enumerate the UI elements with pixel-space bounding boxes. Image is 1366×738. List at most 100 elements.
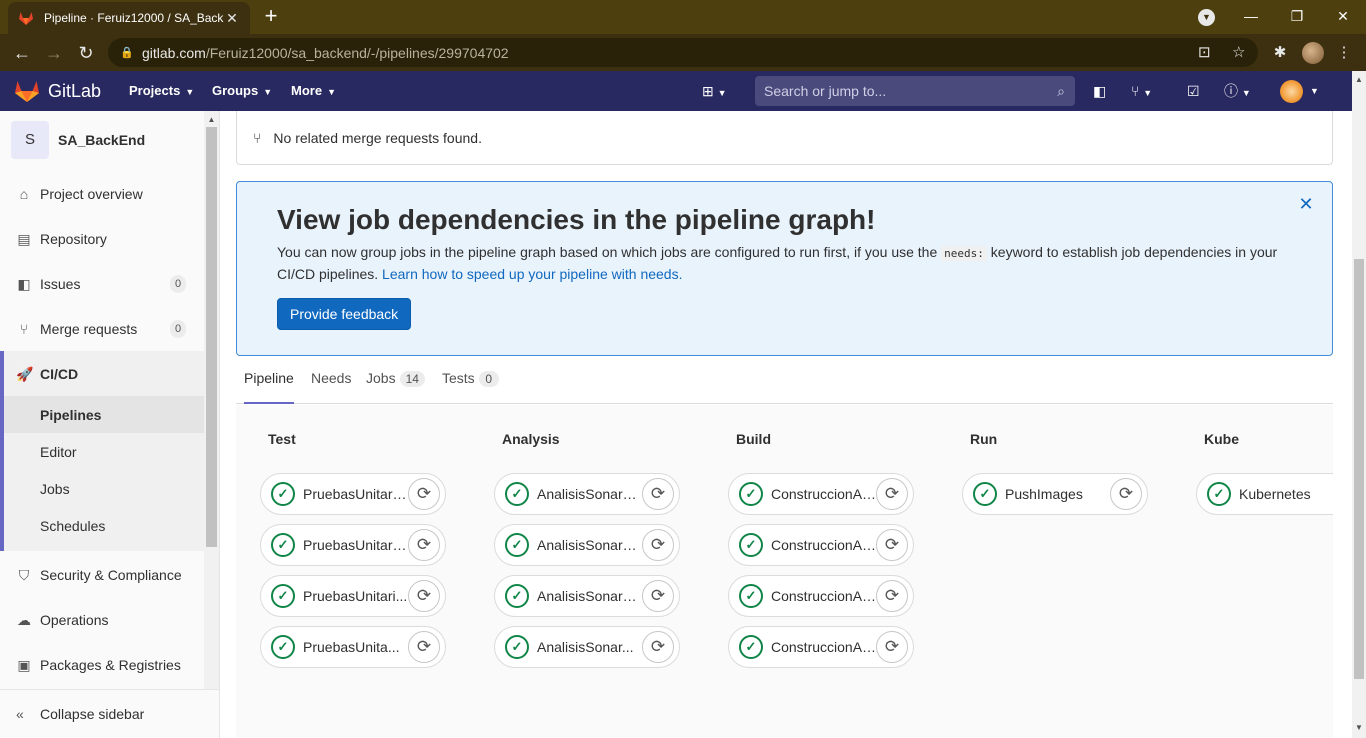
merge-requests-nav-icon[interactable]: ⑂ ▼ [1131,81,1152,101]
issues-nav-icon[interactable]: ◧ [1093,81,1106,101]
close-banner-icon[interactable]: ✕ [1298,195,1314,213]
tab-jobs[interactable]: Jobs 14 [366,356,425,404]
job-item[interactable]: ✓ AnalisisSonarqu... ⟳ [494,524,680,566]
close-tab-icon[interactable]: ✕ [224,10,240,27]
sidebar-item-issues[interactable]: ◧ Issues 0 [0,262,204,306]
translate-icon[interactable]: ⊡ [1198,38,1211,67]
success-check-icon: ✓ [271,533,295,557]
sidebar-sub-jobs[interactable]: Jobs [4,470,204,507]
projects-menu[interactable]: Projects ▼ [129,71,194,111]
scroll-up-icon[interactable]: ▲ [1352,75,1366,84]
search-input[interactable]: Search or jump to... ⌕ [755,76,1075,106]
job-item[interactable]: ✓ ConstruccionAr... ⟳ [728,473,914,515]
job-item[interactable]: ✓ AnalisisSonarqu... ⟳ [494,575,680,617]
retry-icon[interactable]: ⟳ [408,631,440,663]
more-menu[interactable]: More ▼ [291,71,336,111]
retry-icon[interactable]: ⟳ [642,580,674,612]
tab-tests[interactable]: Tests 0 [442,356,499,404]
tab-pipeline[interactable]: Pipeline [244,356,294,404]
restore-icon[interactable]: ❐ [1274,0,1320,34]
sidebar-scrollbar-thumb[interactable] [206,127,217,547]
job-item[interactable]: ✓ PruebasUnitaria... ⟳ [260,524,446,566]
retry-icon[interactable]: ⟳ [642,478,674,510]
merge-icon: ⑂ [19,321,29,337]
user-menu-chevron-icon[interactable]: ▼ [1310,81,1319,101]
scroll-down-icon[interactable]: ▼ [1352,723,1366,732]
bookmark-star-icon[interactable]: ☆ [1232,38,1245,67]
groups-menu[interactable]: Groups ▼ [212,71,272,111]
minimize-icon[interactable]: — [1228,0,1274,34]
sidebar-sub-schedules[interactable]: Schedules [4,507,204,544]
job-item[interactable]: ✓ ConstruccionAr... ⟳ [728,524,914,566]
back-icon[interactable]: ← [9,40,35,66]
issues-count-badge: 0 [170,275,186,293]
success-check-icon: ✓ [739,584,763,608]
job-item[interactable]: ✓ PruebasUnitari... ⟳ [260,575,446,617]
reload-icon[interactable]: ↻ [73,40,99,66]
success-check-icon: ✓ [271,584,295,608]
browser-tab[interactable]: Pipeline · Feruiz12000 / SA_BackE ✕ [8,2,250,34]
retry-icon[interactable]: ⟳ [408,529,440,561]
collapse-sidebar-button[interactable]: « Collapse sidebar [0,689,220,738]
provide-feedback-button[interactable]: Provide feedback [277,298,412,330]
new-item-icon[interactable]: ⊞ ▼ [702,81,727,101]
page-scrollbar-thumb[interactable] [1354,259,1364,679]
sidebar-item-cicd[interactable]: 🚀 CI/CD [0,352,204,396]
tab-needs[interactable]: Needs [311,356,351,404]
job-item[interactable]: ✓ ConstruccionAr... ⟳ [728,626,914,668]
job-item[interactable]: ✓ PruebasUnitaria... ⟳ [260,473,446,515]
search-icon: ⌕ [1057,83,1065,99]
stage-title-test: Test [268,431,296,447]
retry-icon[interactable]: ⟳ [642,631,674,663]
job-item[interactable]: ✓ AnalisisSonarqu... ⟳ [494,473,680,515]
retry-icon[interactable]: ⟳ [876,631,908,663]
browser-profile-avatar[interactable] [1302,42,1324,64]
gitlab-home-link[interactable]: GitLab [14,79,101,103]
success-check-icon: ✓ [271,635,295,659]
retry-icon[interactable]: ⟳ [408,580,440,612]
gitlab-logo-icon [15,81,39,102]
browser-tab-strip: Pipeline · Feruiz12000 / SA_BackE ✕ + ▼ … [0,0,1366,34]
sidebar-item-repository[interactable]: ▤ Repository [0,217,204,261]
help-icon[interactable]: ⓘ ▼ [1224,81,1251,101]
sidebar-sub-pipelines[interactable]: Pipelines [4,396,204,433]
retry-icon[interactable]: ⟳ [1110,478,1142,510]
browser-tab-title: Pipeline · Feruiz12000 / SA_BackE [44,11,224,25]
success-check-icon: ✓ [739,635,763,659]
sidebar-item-merge-requests[interactable]: ⑂ Merge requests 0 [0,307,204,351]
learn-needs-link[interactable]: Learn how to speed up your pipeline with… [382,266,682,282]
forward-icon[interactable]: → [41,40,67,66]
extensions-icon[interactable]: ✱ [1269,42,1291,64]
sidebar-scrollbar[interactable]: ▲ [204,111,219,689]
sidebar-project-header[interactable]: S SA_BackEnd [11,121,145,159]
user-avatar[interactable] [1280,80,1303,103]
browser-menu-icon[interactable]: ⋮ [1333,42,1355,64]
related-merge-requests: ⑂ No related merge requests found. [236,111,1333,165]
sidebar-item-security[interactable]: ⛉ Security & Compliance [0,553,204,597]
retry-icon[interactable]: ⟳ [876,529,908,561]
sidebar-item-project-overview[interactable]: ⌂ Project overview [0,172,204,216]
sidebar-item-operations[interactable]: ☁ Operations [0,598,204,642]
retry-icon[interactable]: ⟳ [876,478,908,510]
sidebar-scroll-up-icon[interactable]: ▲ [204,115,219,124]
job-item[interactable]: ✓ PushImages ⟳ [962,473,1148,515]
success-check-icon: ✓ [271,482,295,506]
retry-icon[interactable]: ⟳ [642,529,674,561]
job-item[interactable]: ✓ PruebasUnita... ⟳ [260,626,446,668]
sidebar-sub-editor[interactable]: Editor [4,433,204,470]
doc-icon: ▤ [17,230,31,247]
needs-keyword: needs: [941,246,987,261]
project-sidebar: S SA_BackEnd ⌂ Project overview ▤ Reposi… [0,111,220,738]
job-item[interactable]: ✓ ConstruccionAr... ⟳ [728,575,914,617]
job-item[interactable]: ✓Kubernetes⟳ [1196,473,1333,515]
new-tab-icon[interactable]: + [258,4,284,30]
todos-icon[interactable]: ☑ [1187,81,1200,101]
close-window-icon[interactable]: ✕ [1320,0,1366,34]
sidebar-item-packages[interactable]: ▣ Packages & Registries [0,643,204,687]
tab-search-icon[interactable]: ▼ [1198,9,1215,26]
retry-icon[interactable]: ⟳ [876,580,908,612]
address-bar[interactable]: 🔒 gitlab.com/Feruiz12000/sa_backend/-/pi… [108,38,1258,67]
page-scrollbar[interactable]: ▲ ▼ [1352,71,1366,738]
retry-icon[interactable]: ⟳ [408,478,440,510]
job-item[interactable]: ✓ AnalisisSonar... ⟳ [494,626,680,668]
